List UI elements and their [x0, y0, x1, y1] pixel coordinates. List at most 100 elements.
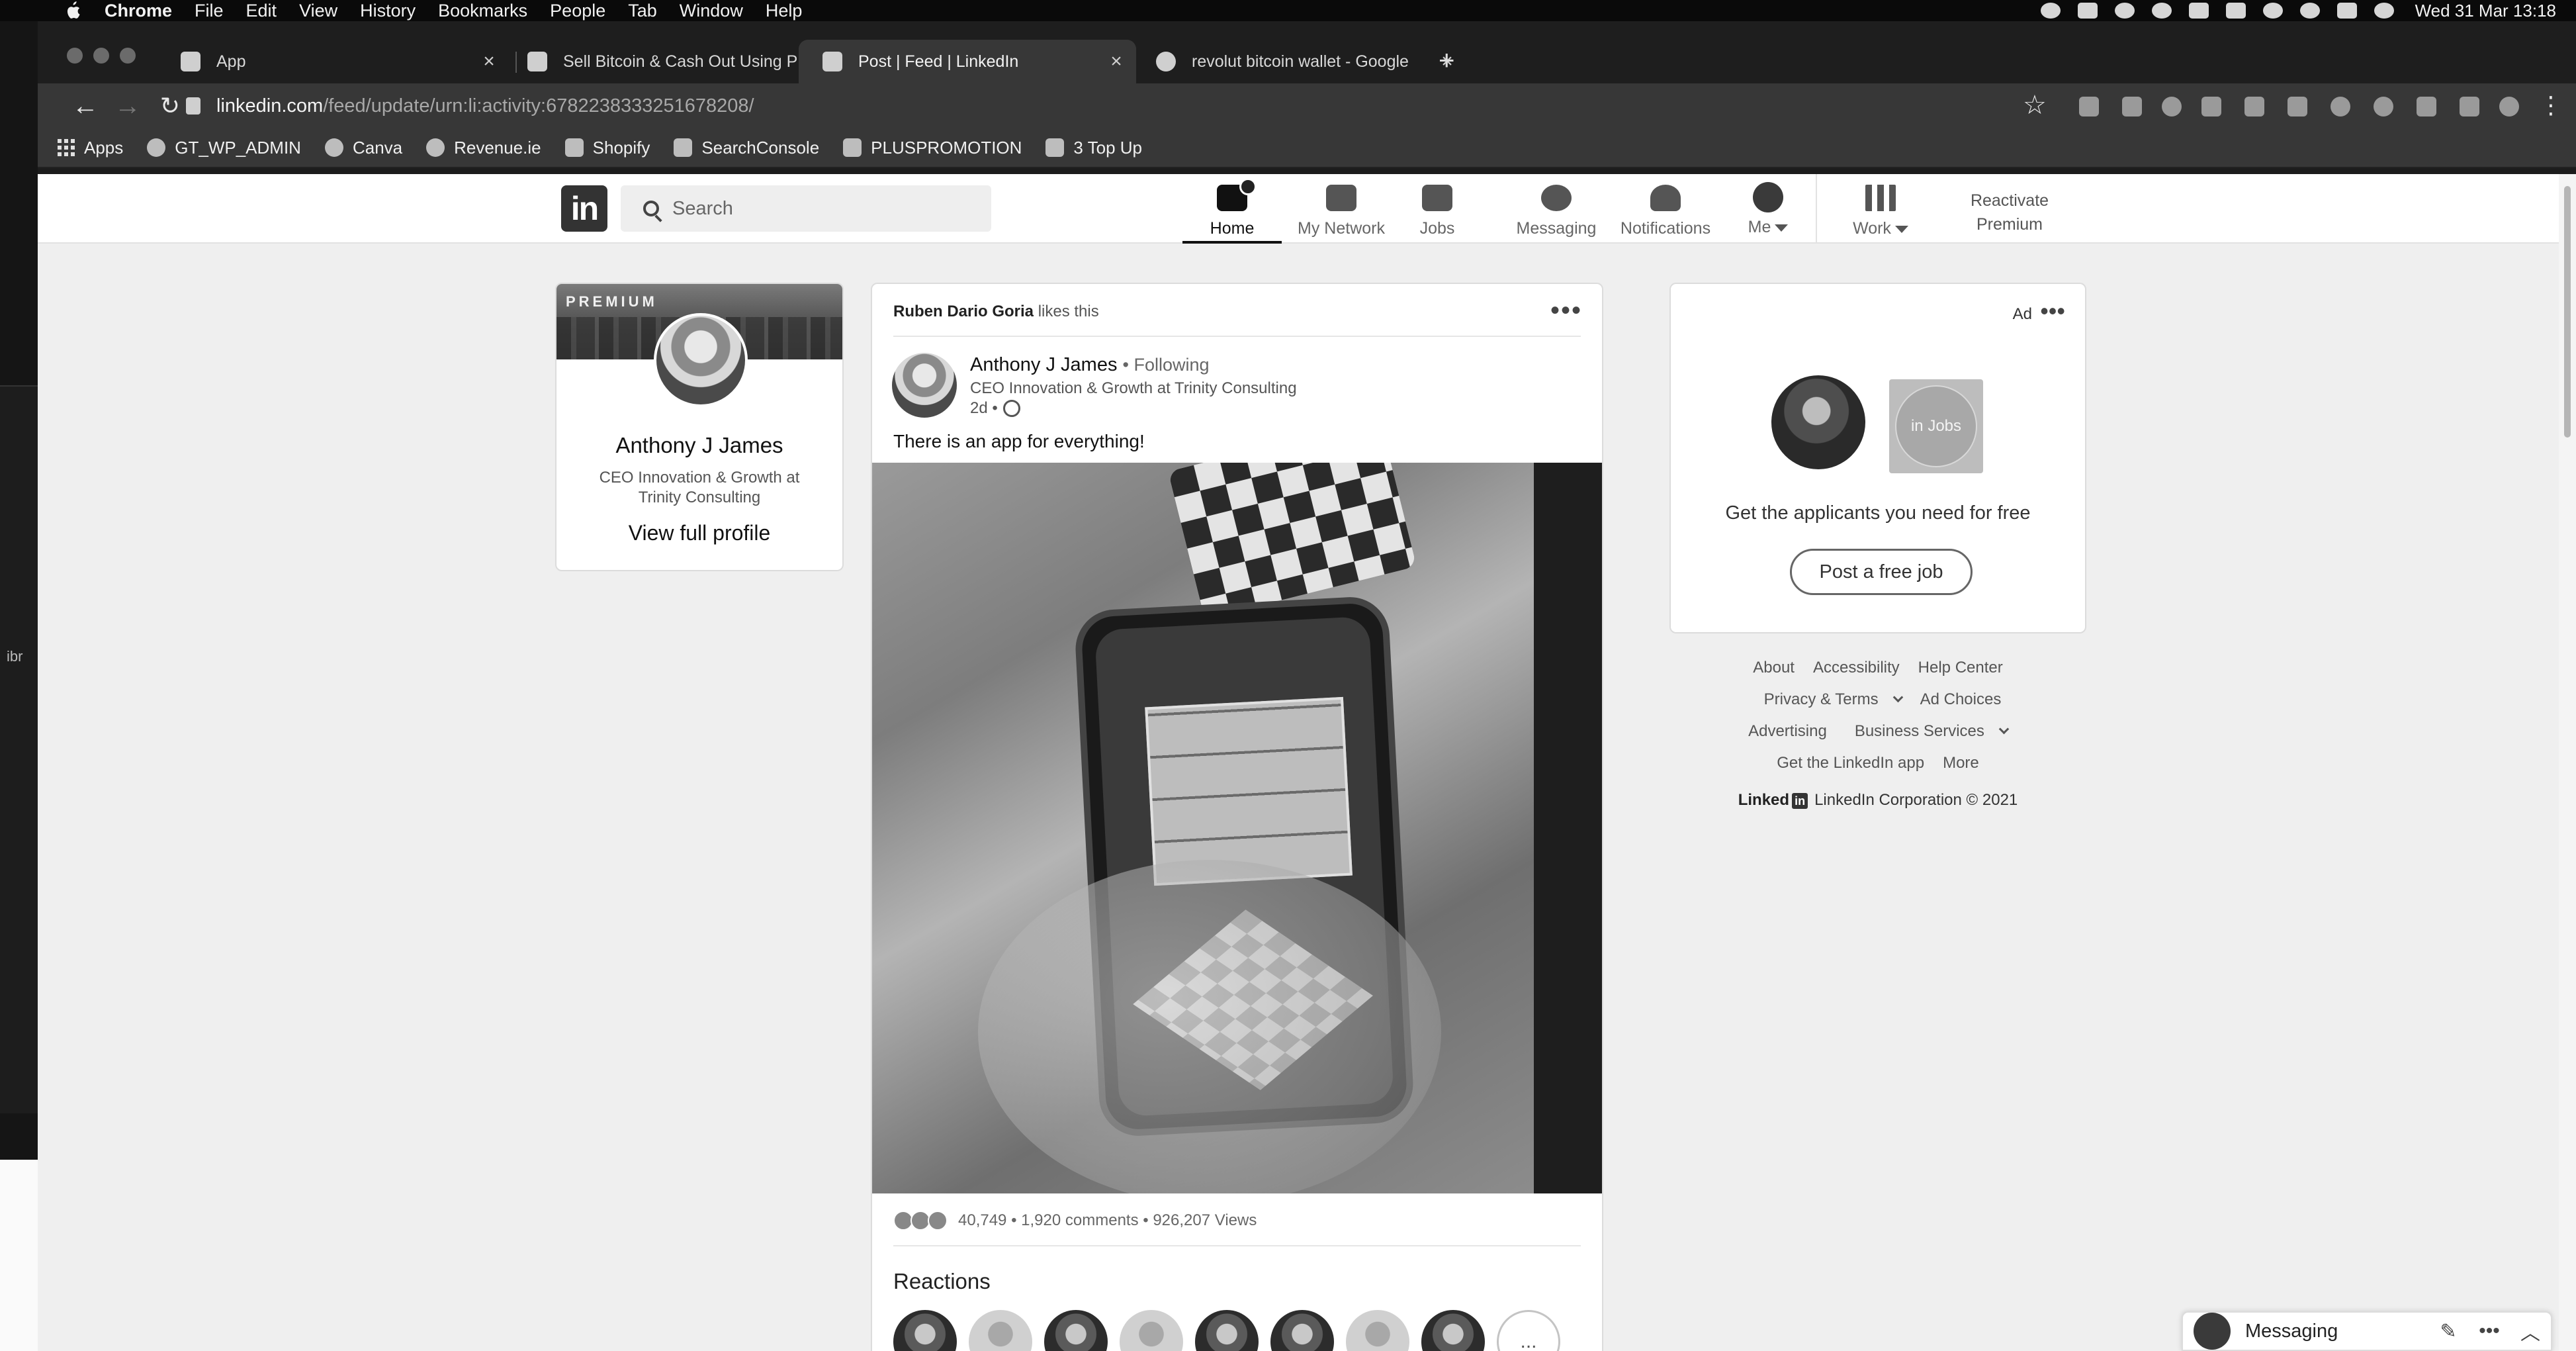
back-icon[interactable]: ← [64, 91, 107, 121]
reactor-avatar[interactable] [1346, 1310, 1409, 1351]
scrollbar-thumb[interactable] [2564, 186, 2571, 438]
nav-my-network[interactable]: My Network [1288, 179, 1394, 244]
tab-app[interactable]: App × [171, 40, 509, 83]
footer-link-advertising[interactable]: Advertising [1748, 722, 1827, 740]
control-center-icon[interactable] [2336, 3, 2357, 19]
author-avatar[interactable] [892, 353, 957, 418]
window-minimize-button[interactable] [93, 48, 109, 64]
footer-link-privacy[interactable]: Privacy & Terms [1755, 690, 1903, 708]
spotlight-search-icon[interactable] [2299, 3, 2320, 19]
bookmark-canva[interactable]: Canva [324, 138, 402, 158]
tab-linkedin-post[interactable]: Post | Feed | LinkedIn × [799, 40, 1136, 83]
recycle-extension-icon[interactable] [2162, 97, 2182, 116]
footer-link-about[interactable]: About [1753, 659, 1795, 676]
author-name[interactable]: Anthony J James [970, 354, 1117, 375]
new-tab-button[interactable]: + [1439, 46, 1455, 74]
bookmark-pluspromotion[interactable]: PLUSPROMOTION [843, 138, 1022, 158]
social-actor-name[interactable]: Ruben Dario Goria [893, 303, 1034, 320]
grammarly-extension-icon[interactable] [2331, 97, 2350, 116]
window-extension-icon[interactable] [2201, 97, 2221, 116]
background-window-light[interactable] [0, 1160, 38, 1351]
reactor-avatar[interactable] [1195, 1310, 1259, 1351]
post-video[interactable] [872, 463, 1602, 1193]
circle-extension-icon[interactable] [2374, 97, 2393, 116]
view-full-profile-link[interactable]: View full profile [556, 521, 842, 545]
siri-icon[interactable] [2374, 3, 2394, 19]
notification-status-icon[interactable] [2040, 3, 2061, 19]
reactions-count[interactable]: 40,749 [958, 1211, 1006, 1229]
profile-avatar[interactable] [654, 313, 748, 407]
window-zoom-button[interactable] [120, 48, 136, 64]
nav-work[interactable]: Work [1838, 179, 1924, 244]
stats-status-icon[interactable] [2114, 3, 2135, 19]
footer-link-business-services[interactable]: Business Services [1845, 722, 2010, 740]
footer-link-get-app[interactable]: Get the LinkedIn app [1777, 754, 1924, 772]
background-window[interactable]: ibr [0, 385, 38, 1113]
extension-icon[interactable] [2122, 97, 2142, 116]
messaging-label[interactable]: Messaging [2245, 1321, 2428, 1342]
forward-icon[interactable]: → [107, 91, 149, 121]
menu-edit[interactable]: Edit [246, 1, 277, 21]
footer-link-help-center[interactable]: Help Center [1918, 659, 2003, 676]
cloud-status-icon[interactable] [2077, 3, 2098, 19]
reactivate-premium-link[interactable]: Reactivate Premium [1937, 189, 2082, 236]
footer-link-ad-choices[interactable]: Ad Choices [1920, 690, 2002, 708]
apple-icon[interactable] [64, 1, 81, 20]
nav-jobs[interactable]: Jobs [1398, 179, 1477, 244]
bookmark-revenue[interactable]: Revenue.ie [426, 138, 541, 158]
comments-count[interactable]: 1,920 comments [1021, 1211, 1138, 1229]
post-options-icon[interactable]: ••• [1550, 296, 1582, 326]
menu-chrome[interactable]: Chrome [105, 1, 172, 21]
footer-link-accessibility[interactable]: Accessibility [1813, 659, 1900, 676]
pen-extension-icon[interactable] [2079, 97, 2099, 116]
menu-clock[interactable]: Wed 31 Mar 13:18 [2415, 1, 2556, 21]
reactor-avatar[interactable] [969, 1310, 1032, 1351]
menu-file[interactable]: File [195, 1, 224, 21]
messaging-options-icon[interactable]: ••• [2469, 1320, 2510, 1342]
nav-home[interactable]: Home [1182, 178, 1282, 244]
menu-tab[interactable]: Tab [628, 1, 657, 21]
battery-icon[interactable] [2225, 3, 2246, 19]
post-free-job-button[interactable]: Post a free job [1790, 549, 1973, 595]
reactor-avatar[interactable] [1270, 1310, 1334, 1351]
menu-window[interactable]: Window [680, 1, 743, 21]
compose-icon[interactable]: ✎ [2428, 1320, 2469, 1343]
lock-icon[interactable] [186, 97, 200, 115]
user-status-icon[interactable] [2188, 3, 2209, 19]
messaging-widget[interactable]: Messaging ✎ ••• ︿ [2182, 1311, 2552, 1351]
reactor-avatar[interactable] [1044, 1310, 1108, 1351]
bookmark-apps[interactable]: Apps [58, 138, 123, 158]
search-box[interactable] [621, 185, 991, 232]
more-reactors-button[interactable]: ... [1497, 1310, 1560, 1351]
tab-sell-bitcoin[interactable]: Sell Bitcoin & Cash Out Using P × [494, 40, 832, 83]
telegram-status-icon[interactable] [2151, 3, 2172, 19]
window-close-button[interactable] [67, 48, 83, 64]
tab-google-search[interactable]: revolut bitcoin wallet - Google × [1123, 40, 1467, 83]
menu-history[interactable]: History [360, 1, 416, 21]
footer-link-more[interactable]: More [1943, 754, 1979, 772]
menu-help[interactable]: Help [766, 1, 803, 21]
card-extension-icon[interactable] [2244, 97, 2264, 116]
chevron-up-icon[interactable]: ︿ [2510, 1317, 2551, 1346]
bookmark-3-top-up[interactable]: 3 Top Up [1045, 138, 1142, 158]
bookmark-gt-wp-admin[interactable]: GT_WP_ADMIN [147, 138, 301, 158]
ad-options-icon[interactable]: ••• [2040, 297, 2065, 325]
nav-me[interactable]: Me [1732, 179, 1804, 244]
reload-icon[interactable]: ↻ [149, 92, 191, 120]
nav-notifications[interactable]: Notifications [1606, 179, 1725, 244]
social-counts[interactable]: 40,749 • 1,920 comments • 926,207 Views [893, 1211, 1257, 1231]
search-input[interactable] [672, 197, 977, 220]
u-extension-icon[interactable] [2417, 97, 2436, 116]
menu-bookmarks[interactable]: Bookmarks [438, 1, 527, 21]
reactor-avatar[interactable] [893, 1310, 957, 1351]
menu-view[interactable]: View [299, 1, 337, 21]
profile-avatar-icon[interactable] [2499, 97, 2519, 116]
address-bar[interactable]: linkedin.com/feed/update/urn:li:activity… [186, 89, 2025, 123]
nav-messaging[interactable]: Messaging [1503, 179, 1609, 244]
chrome-menu-icon[interactable]: ⋮ [2530, 91, 2572, 119]
reactor-avatar[interactable] [1421, 1310, 1485, 1351]
linkedin-logo[interactable]: in [561, 185, 607, 232]
wifi-icon[interactable] [2262, 3, 2283, 19]
bookmark-star-icon[interactable]: ☆ [2023, 90, 2047, 120]
reactor-avatar[interactable] [1120, 1310, 1183, 1351]
